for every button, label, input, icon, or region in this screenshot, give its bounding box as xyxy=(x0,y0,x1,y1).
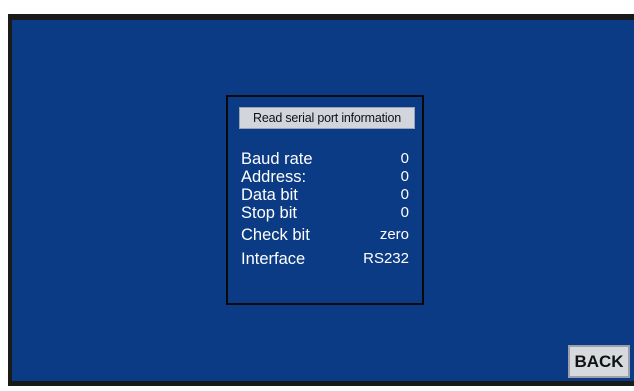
device-frame: Read serial port information Baud rate 0… xyxy=(0,0,634,391)
data-bit-value: 0 xyxy=(400,186,409,203)
address-label: Address: xyxy=(241,168,307,186)
check-bit-label: Check bit xyxy=(241,226,310,244)
stop-bit-value: 0 xyxy=(400,204,409,221)
data-bit-label: Data bit xyxy=(241,186,298,204)
panel-title: Read serial port information xyxy=(239,107,415,129)
row-check-bit: Check bit zero xyxy=(241,225,411,245)
hmi-screen: Read serial port information Baud rate 0… xyxy=(8,14,634,386)
stop-bit-label: Stop bit xyxy=(241,204,297,222)
row-address: Address: 0 xyxy=(241,167,411,187)
row-interface: Interface RS232 xyxy=(241,249,411,269)
back-button[interactable]: BACK xyxy=(568,345,630,378)
row-data-bit: Data bit 0 xyxy=(241,185,411,205)
interface-value: RS232 xyxy=(363,250,409,267)
row-baud-rate: Baud rate 0 xyxy=(241,149,411,169)
baud-rate-label: Baud rate xyxy=(241,150,313,168)
row-stop-bit: Stop bit 0 xyxy=(241,203,411,223)
address-value: 0 xyxy=(400,168,409,185)
baud-rate-value: 0 xyxy=(400,150,409,167)
interface-label: Interface xyxy=(241,250,306,268)
check-bit-value: zero xyxy=(379,226,409,243)
serial-port-info-panel: Read serial port information Baud rate 0… xyxy=(226,95,424,305)
